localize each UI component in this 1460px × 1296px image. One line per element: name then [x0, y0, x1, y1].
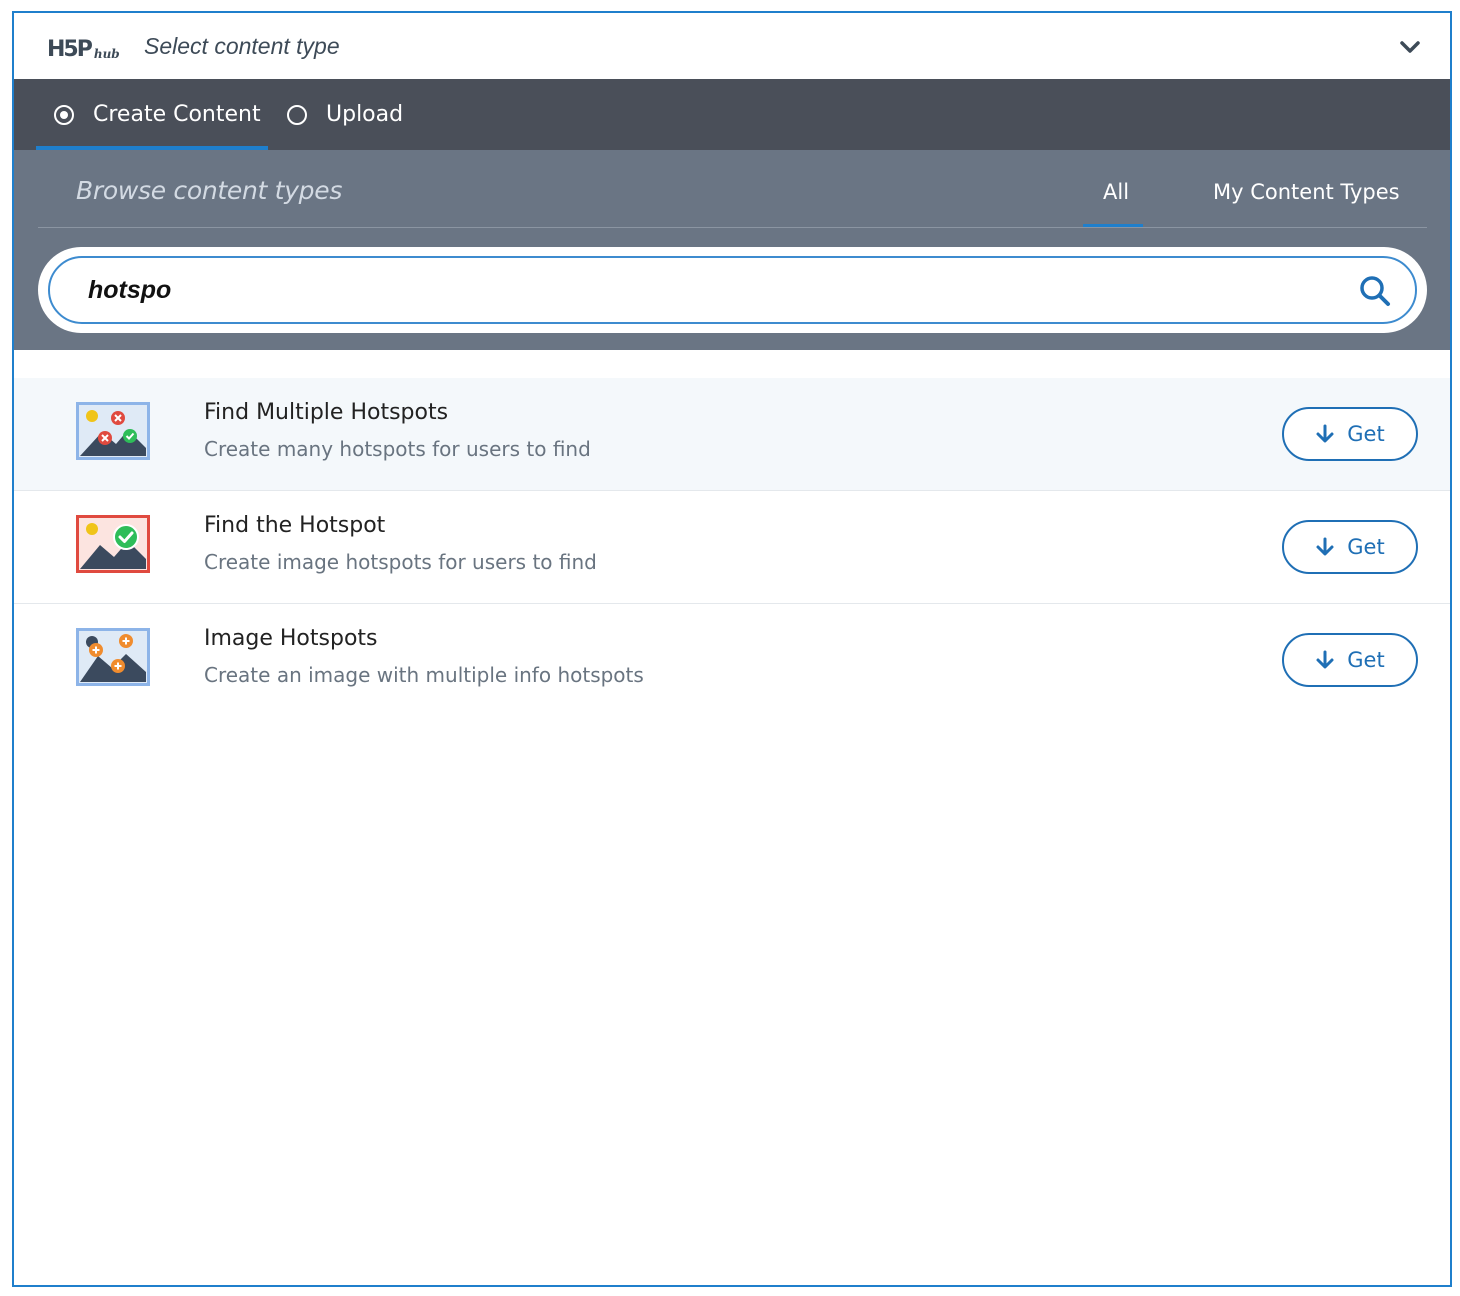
list-item-title: Find Multiple Hotspots [204, 400, 449, 425]
tab-create-content[interactable]: Create Content [54, 79, 261, 150]
tab-upload-label: Upload [326, 102, 404, 127]
logo-sub-text: hub [93, 47, 120, 61]
search-input[interactable] [88, 272, 1288, 308]
hub-header[interactable]: H5P hub Select content type [14, 13, 1450, 79]
browse-title: Browse content types [76, 176, 343, 205]
get-button-label: Get [1347, 535, 1385, 559]
filter-my-content-types[interactable]: My Content Types [1213, 180, 1400, 204]
hub-title: Select content type [144, 33, 340, 59]
browse-divider [38, 227, 1427, 228]
chevron-down-icon[interactable] [1398, 37, 1422, 57]
list-item-description: Create an image with multiple info hotsp… [204, 663, 644, 687]
list-item-title: Image Hotspots [204, 626, 378, 651]
browse-panel: Browse content types All My Content Type… [14, 150, 1450, 350]
image-hotspots-icon [76, 628, 150, 686]
list-item-title: Find the Hotspot [204, 513, 386, 538]
download-arrow-icon [1316, 424, 1334, 443]
get-button-label: Get [1347, 648, 1385, 672]
list-item-description: Create image hotspots for users to find [204, 550, 597, 574]
search-box [48, 256, 1417, 324]
get-button[interactable]: Get [1282, 520, 1418, 574]
filter-all[interactable]: All [1103, 180, 1129, 204]
logo-main-text: H5P [47, 37, 93, 62]
get-button[interactable]: Get [1282, 633, 1418, 687]
list-item[interactable]: Image Hotspots Create an image with mult… [14, 604, 1450, 717]
list-item[interactable]: Find Multiple Hotspots Create many hotsp… [14, 378, 1450, 491]
search-box-halo [38, 247, 1427, 333]
mode-tabs: Create Content Upload [14, 79, 1450, 150]
list-item[interactable]: Find the Hotspot Create image hotspots f… [14, 491, 1450, 604]
get-button[interactable]: Get [1282, 407, 1418, 461]
download-arrow-icon [1316, 650, 1334, 669]
tab-create-content-label: Create Content [93, 102, 261, 127]
find-the-hotspot-icon [76, 515, 150, 573]
h5p-hub-logo: H5P hub [47, 35, 120, 62]
list-item-description: Create many hotspots for users to find [204, 437, 591, 461]
content-type-hub: H5P hub Select content type Create Conte… [12, 11, 1452, 1287]
radio-unselected-icon [287, 104, 307, 125]
download-arrow-icon [1316, 537, 1334, 556]
content-type-list: Find Multiple Hotspots Create many hotsp… [14, 378, 1450, 717]
tab-upload[interactable]: Upload [287, 79, 403, 150]
radio-selected-icon [54, 104, 74, 125]
get-button-label: Get [1347, 422, 1385, 446]
find-multiple-hotspots-icon [76, 402, 150, 460]
search-icon[interactable] [1359, 275, 1391, 307]
